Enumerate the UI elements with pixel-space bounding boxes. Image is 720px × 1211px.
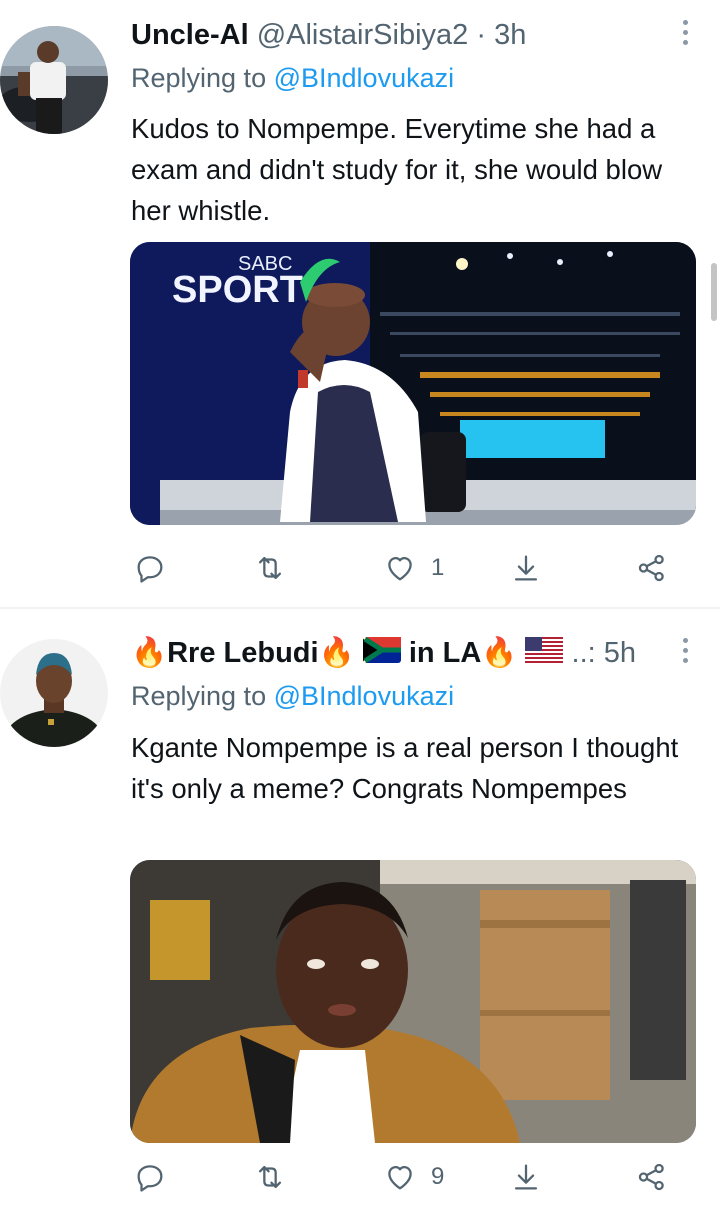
reply-button[interactable] xyxy=(133,1157,167,1197)
tweet-card[interactable]: Uncle-Al @AlistairSibiya2 · 3h Replying … xyxy=(0,0,720,607)
tweet-media-image[interactable] xyxy=(130,860,696,1143)
avatar[interactable] xyxy=(0,639,108,747)
separator-dot: · xyxy=(476,19,487,51)
reply-prefix: Replying to xyxy=(131,681,267,711)
like-button[interactable]: 9 xyxy=(383,1157,444,1197)
tweet-card[interactable]: 🔥Rre Lebudi🔥 in LA🔥 ..: 5h Replying to @… xyxy=(0,609,720,1211)
retweet-button[interactable] xyxy=(253,548,287,588)
reply-prefix: Replying to xyxy=(131,63,267,93)
tweet-header: 🔥Rre Lebudi🔥 in LA🔥 ..: 5h xyxy=(131,633,680,673)
share-nodes-icon xyxy=(638,554,664,582)
more-options-icon[interactable] xyxy=(678,20,692,50)
scrollbar-thumb[interactable] xyxy=(711,263,717,321)
author-name[interactable]: Uncle-Al xyxy=(131,19,249,51)
south-africa-flag-icon xyxy=(361,634,401,674)
share-button[interactable] xyxy=(509,548,543,588)
heart-icon xyxy=(388,556,412,581)
tweet-header: Uncle-Al @AlistairSibiya2 · 3h xyxy=(131,15,680,55)
like-count: 1 xyxy=(431,554,445,581)
share-network-button[interactable] xyxy=(635,1157,669,1197)
reply-context: Replying to @BIndlovukazi xyxy=(131,60,454,96)
share-down-arrow-icon xyxy=(514,1164,538,1190)
share-network-button[interactable] xyxy=(635,548,669,588)
share-down-arrow-icon xyxy=(514,555,538,581)
usa-flag-icon xyxy=(525,634,564,674)
reply-mention-link[interactable]: @BIndlovukazi xyxy=(274,63,455,93)
fire-icon: 🔥 xyxy=(481,637,518,669)
retweet-icon xyxy=(258,556,282,580)
like-count: 9 xyxy=(431,1163,445,1190)
tweet-media-image[interactable]: SABC SPORT xyxy=(130,242,696,525)
tweet-text: Kgante Nompempe is a real person I thoug… xyxy=(131,732,679,804)
retweet-icon xyxy=(258,1165,282,1189)
author-name-part2[interactable]: in LA xyxy=(409,637,482,669)
share-button[interactable] xyxy=(509,1157,543,1197)
share-nodes-icon xyxy=(638,1163,664,1191)
timestamp[interactable]: 5h xyxy=(604,637,636,669)
timestamp[interactable]: 3h xyxy=(494,19,526,51)
reply-icon xyxy=(137,556,163,583)
fire-icon: 🔥 xyxy=(318,637,355,669)
reply-icon xyxy=(137,1165,163,1192)
author-name-part1[interactable]: Rre Lebudi xyxy=(167,637,318,669)
fire-icon: 🔥 xyxy=(131,637,168,669)
media-overlay-sport: SPORT xyxy=(172,269,303,311)
reply-button[interactable] xyxy=(133,548,167,588)
tweet-actions: 9 xyxy=(131,1157,691,1197)
like-button[interactable]: 1 xyxy=(383,548,444,588)
retweet-button[interactable] xyxy=(253,1157,287,1197)
truncation-ellipsis: ..: xyxy=(571,637,596,669)
avatar[interactable] xyxy=(0,26,108,134)
heart-icon xyxy=(388,1165,412,1190)
author-handle[interactable]: @AlistairSibiya2 xyxy=(257,19,469,51)
reply-context: Replying to @BIndlovukazi xyxy=(131,678,454,714)
tweet-actions: 1 xyxy=(131,548,691,588)
tweet-text: Kudos to Nompempe. Everytime she had a e… xyxy=(131,113,663,226)
reply-mention-link[interactable]: @BIndlovukazi xyxy=(274,681,455,711)
more-options-icon[interactable] xyxy=(678,638,692,668)
